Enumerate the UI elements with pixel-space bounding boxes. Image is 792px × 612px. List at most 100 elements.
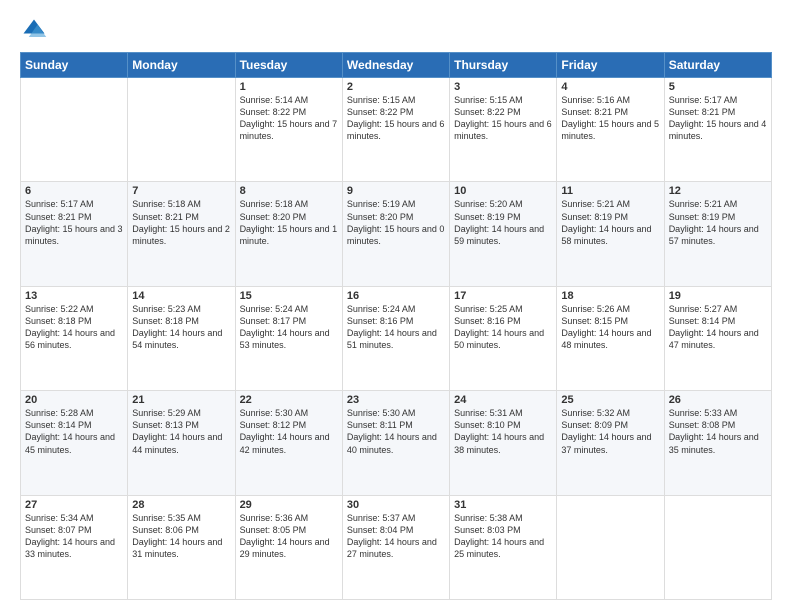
calendar-cell: 28Sunrise: 5:35 AMSunset: 8:06 PMDayligh… [128, 495, 235, 599]
day-info: Sunrise: 5:22 AMSunset: 8:18 PMDaylight:… [25, 303, 123, 352]
day-info: Sunrise: 5:38 AMSunset: 8:03 PMDaylight:… [454, 512, 552, 561]
calendar-cell: 1Sunrise: 5:14 AMSunset: 8:22 PMDaylight… [235, 78, 342, 182]
calendar-cell: 13Sunrise: 5:22 AMSunset: 8:18 PMDayligh… [21, 286, 128, 390]
day-info: Sunrise: 5:25 AMSunset: 8:16 PMDaylight:… [454, 303, 552, 352]
weekday-header: Sunday [21, 53, 128, 78]
day-info: Sunrise: 5:32 AMSunset: 8:09 PMDaylight:… [561, 407, 659, 456]
page: SundayMondayTuesdayWednesdayThursdayFrid… [0, 0, 792, 612]
day-info: Sunrise: 5:21 AMSunset: 8:19 PMDaylight:… [561, 198, 659, 247]
day-number: 1 [240, 81, 338, 93]
day-info: Sunrise: 5:37 AMSunset: 8:04 PMDaylight:… [347, 512, 445, 561]
day-number: 8 [240, 185, 338, 197]
day-number: 3 [454, 81, 552, 93]
day-info: Sunrise: 5:19 AMSunset: 8:20 PMDaylight:… [347, 198, 445, 247]
calendar-table: SundayMondayTuesdayWednesdayThursdayFrid… [20, 52, 772, 600]
calendar-cell: 29Sunrise: 5:36 AMSunset: 8:05 PMDayligh… [235, 495, 342, 599]
day-info: Sunrise: 5:33 AMSunset: 8:08 PMDaylight:… [669, 407, 767, 456]
day-number: 18 [561, 290, 659, 302]
day-info: Sunrise: 5:24 AMSunset: 8:17 PMDaylight:… [240, 303, 338, 352]
day-number: 16 [347, 290, 445, 302]
calendar-cell: 26Sunrise: 5:33 AMSunset: 8:08 PMDayligh… [664, 391, 771, 495]
day-number: 31 [454, 499, 552, 511]
day-info: Sunrise: 5:30 AMSunset: 8:12 PMDaylight:… [240, 407, 338, 456]
calendar-week-row: 1Sunrise: 5:14 AMSunset: 8:22 PMDaylight… [21, 78, 772, 182]
calendar-cell: 15Sunrise: 5:24 AMSunset: 8:17 PMDayligh… [235, 286, 342, 390]
day-info: Sunrise: 5:31 AMSunset: 8:10 PMDaylight:… [454, 407, 552, 456]
day-number: 26 [669, 394, 767, 406]
day-number: 22 [240, 394, 338, 406]
day-number: 21 [132, 394, 230, 406]
calendar-cell: 2Sunrise: 5:15 AMSunset: 8:22 PMDaylight… [342, 78, 449, 182]
logo [20, 16, 52, 44]
day-number: 29 [240, 499, 338, 511]
day-info: Sunrise: 5:34 AMSunset: 8:07 PMDaylight:… [25, 512, 123, 561]
day-number: 12 [669, 185, 767, 197]
calendar-cell [128, 78, 235, 182]
calendar-cell: 27Sunrise: 5:34 AMSunset: 8:07 PMDayligh… [21, 495, 128, 599]
day-info: Sunrise: 5:15 AMSunset: 8:22 PMDaylight:… [347, 94, 445, 143]
day-info: Sunrise: 5:23 AMSunset: 8:18 PMDaylight:… [132, 303, 230, 352]
day-number: 7 [132, 185, 230, 197]
weekday-header: Thursday [450, 53, 557, 78]
calendar-cell: 3Sunrise: 5:15 AMSunset: 8:22 PMDaylight… [450, 78, 557, 182]
calendar-cell: 18Sunrise: 5:26 AMSunset: 8:15 PMDayligh… [557, 286, 664, 390]
day-info: Sunrise: 5:36 AMSunset: 8:05 PMDaylight:… [240, 512, 338, 561]
day-number: 5 [669, 81, 767, 93]
calendar-cell: 24Sunrise: 5:31 AMSunset: 8:10 PMDayligh… [450, 391, 557, 495]
calendar-week-row: 27Sunrise: 5:34 AMSunset: 8:07 PMDayligh… [21, 495, 772, 599]
calendar-cell: 17Sunrise: 5:25 AMSunset: 8:16 PMDayligh… [450, 286, 557, 390]
day-info: Sunrise: 5:17 AMSunset: 8:21 PMDaylight:… [669, 94, 767, 143]
logo-icon [20, 16, 48, 44]
calendar-cell: 20Sunrise: 5:28 AMSunset: 8:14 PMDayligh… [21, 391, 128, 495]
calendar-cell: 6Sunrise: 5:17 AMSunset: 8:21 PMDaylight… [21, 182, 128, 286]
calendar-cell: 10Sunrise: 5:20 AMSunset: 8:19 PMDayligh… [450, 182, 557, 286]
day-info: Sunrise: 5:35 AMSunset: 8:06 PMDaylight:… [132, 512, 230, 561]
weekday-header: Friday [557, 53, 664, 78]
day-info: Sunrise: 5:27 AMSunset: 8:14 PMDaylight:… [669, 303, 767, 352]
calendar-cell: 7Sunrise: 5:18 AMSunset: 8:21 PMDaylight… [128, 182, 235, 286]
calendar-cell [557, 495, 664, 599]
day-info: Sunrise: 5:18 AMSunset: 8:20 PMDaylight:… [240, 198, 338, 247]
calendar-cell [21, 78, 128, 182]
day-info: Sunrise: 5:24 AMSunset: 8:16 PMDaylight:… [347, 303, 445, 352]
weekday-header: Monday [128, 53, 235, 78]
day-info: Sunrise: 5:28 AMSunset: 8:14 PMDaylight:… [25, 407, 123, 456]
calendar-cell: 4Sunrise: 5:16 AMSunset: 8:21 PMDaylight… [557, 78, 664, 182]
day-number: 6 [25, 185, 123, 197]
day-info: Sunrise: 5:21 AMSunset: 8:19 PMDaylight:… [669, 198, 767, 247]
calendar-cell: 16Sunrise: 5:24 AMSunset: 8:16 PMDayligh… [342, 286, 449, 390]
day-number: 28 [132, 499, 230, 511]
calendar-cell: 9Sunrise: 5:19 AMSunset: 8:20 PMDaylight… [342, 182, 449, 286]
day-info: Sunrise: 5:20 AMSunset: 8:19 PMDaylight:… [454, 198, 552, 247]
day-info: Sunrise: 5:26 AMSunset: 8:15 PMDaylight:… [561, 303, 659, 352]
calendar-cell: 23Sunrise: 5:30 AMSunset: 8:11 PMDayligh… [342, 391, 449, 495]
calendar-week-row: 6Sunrise: 5:17 AMSunset: 8:21 PMDaylight… [21, 182, 772, 286]
day-info: Sunrise: 5:17 AMSunset: 8:21 PMDaylight:… [25, 198, 123, 247]
day-info: Sunrise: 5:18 AMSunset: 8:21 PMDaylight:… [132, 198, 230, 247]
calendar-cell: 11Sunrise: 5:21 AMSunset: 8:19 PMDayligh… [557, 182, 664, 286]
day-number: 24 [454, 394, 552, 406]
calendar-cell: 22Sunrise: 5:30 AMSunset: 8:12 PMDayligh… [235, 391, 342, 495]
day-number: 19 [669, 290, 767, 302]
day-number: 23 [347, 394, 445, 406]
day-number: 25 [561, 394, 659, 406]
day-number: 2 [347, 81, 445, 93]
calendar-cell [664, 495, 771, 599]
day-number: 10 [454, 185, 552, 197]
calendar-cell: 19Sunrise: 5:27 AMSunset: 8:14 PMDayligh… [664, 286, 771, 390]
day-number: 14 [132, 290, 230, 302]
day-info: Sunrise: 5:16 AMSunset: 8:21 PMDaylight:… [561, 94, 659, 143]
day-number: 15 [240, 290, 338, 302]
day-info: Sunrise: 5:15 AMSunset: 8:22 PMDaylight:… [454, 94, 552, 143]
calendar-cell: 8Sunrise: 5:18 AMSunset: 8:20 PMDaylight… [235, 182, 342, 286]
day-number: 27 [25, 499, 123, 511]
calendar-cell: 25Sunrise: 5:32 AMSunset: 8:09 PMDayligh… [557, 391, 664, 495]
day-info: Sunrise: 5:30 AMSunset: 8:11 PMDaylight:… [347, 407, 445, 456]
calendar-cell: 12Sunrise: 5:21 AMSunset: 8:19 PMDayligh… [664, 182, 771, 286]
weekday-header: Tuesday [235, 53, 342, 78]
weekday-header: Saturday [664, 53, 771, 78]
calendar-cell: 14Sunrise: 5:23 AMSunset: 8:18 PMDayligh… [128, 286, 235, 390]
calendar-cell: 30Sunrise: 5:37 AMSunset: 8:04 PMDayligh… [342, 495, 449, 599]
day-number: 17 [454, 290, 552, 302]
day-number: 20 [25, 394, 123, 406]
